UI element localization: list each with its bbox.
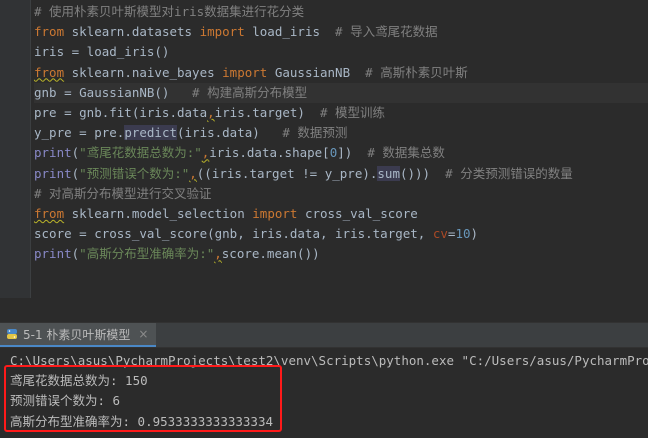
code-line[interactable]: print("高斯分布型准确率为:",score.mean()) (34, 244, 648, 264)
code-token: load_iris (244, 24, 336, 40)
code-token: # 使用朴素贝叶斯模型对iris数据集进行花分类 (34, 4, 305, 19)
python-file-icon (6, 328, 18, 340)
code-token: import (252, 205, 298, 221)
close-icon[interactable]: × (138, 327, 148, 341)
code-token: # 分类预测错误的数量 (445, 165, 573, 181)
code-token: "预测错误个数为:" (79, 165, 190, 181)
code-lines: # 使用朴素贝叶斯模型对iris数据集进行花分类 from sklearn.dat… (34, 2, 648, 264)
code-token: gnb = GaussianNB() (34, 84, 193, 100)
run-tab-bar: 5-1 朴素贝叶斯模型 × (0, 323, 648, 348)
code-token: cv (432, 226, 448, 242)
code-line[interactable]: pre = gnb.fit(iris.data,iris.target) # 模… (34, 103, 648, 123)
editor-gutter (0, 0, 31, 298)
code-line[interactable]: from sklearn.model_selection import cros… (34, 204, 648, 224)
code-token: 10 (455, 226, 471, 242)
code-line[interactable]: print("预测错误个数为:",((iris.target != y_pre)… (34, 164, 648, 184)
code-token: sklearn.naive_bayes (64, 64, 223, 80)
code-token: , (207, 104, 215, 120)
code-token: # 高斯朴素贝叶斯 (365, 64, 468, 80)
code-token: ]) (337, 145, 368, 161)
code-token: score.mean()) (221, 246, 320, 262)
code-token: (iris.data) (177, 125, 283, 141)
code-token: import (222, 64, 268, 80)
code-token: cross_val_score (297, 205, 418, 221)
code-token: # 构建高斯分布模型 (192, 84, 308, 100)
code-token: sum (377, 165, 400, 181)
code-token: iris.target) (214, 104, 320, 120)
code-token: pre = gnb.fit(iris.data (34, 104, 208, 120)
code-token: ) (470, 226, 479, 242)
code-token: ())) (399, 165, 446, 181)
code-token: # 对高斯分布模型进行交叉验证 (34, 185, 212, 201)
result-highlight-box (4, 365, 282, 432)
code-token: y_pre = pre. (34, 125, 125, 141)
code-token: import (199, 24, 245, 40)
code-token: from (34, 205, 65, 221)
code-line[interactable]: iris = load_iris() (34, 42, 648, 62)
code-editor[interactable]: # 使用朴素贝叶斯模型对iris数据集进行花分类 from sklearn.dat… (0, 0, 648, 322)
code-token: score = cross_val_score(gnb, iris.data, … (34, 226, 433, 242)
code-token: # 模型训练 (319, 104, 386, 120)
code-token: print (34, 165, 72, 181)
code-line[interactable]: from sklearn.naive_bayes import Gaussian… (34, 63, 648, 83)
code-token: sklearn.datasets (64, 24, 200, 40)
run-tab[interactable]: 5-1 朴素贝叶斯模型 × (0, 323, 157, 347)
code-line[interactable]: score = cross_val_score(gnb, iris.data, … (34, 224, 648, 244)
code-token: iris.data.shape[ (209, 145, 330, 161)
code-token: , (189, 165, 197, 181)
code-token: # 导入鸢尾花数据 (335, 24, 438, 40)
code-line[interactable]: y_pre = pre.predict(iris.data) # 数据预测 (34, 123, 648, 143)
code-token: ((iris.target != y_pre). (196, 165, 378, 181)
code-line[interactable]: gnb = GaussianNB() # 构建高斯分布模型 (34, 82, 648, 103)
code-token: print (34, 246, 72, 262)
code-token: "高斯分布型准确率为:" (79, 246, 215, 262)
code-token: GaussianNB (267, 64, 366, 80)
code-line[interactable]: # 对高斯分布模型进行交叉验证 (34, 184, 648, 204)
code-token: , (214, 246, 222, 262)
code-token: print (34, 145, 72, 161)
code-token: from (34, 64, 65, 80)
code-line[interactable]: # 使用朴素贝叶斯模型对iris数据集进行花分类 (34, 2, 648, 22)
run-tab-label: 5-1 朴素贝叶斯模型 (23, 327, 131, 342)
code-token: "鸢尾花数据总数为:" (79, 145, 202, 161)
code-token: predict (124, 125, 177, 141)
code-token: from (34, 24, 65, 40)
code-line[interactable]: print("鸢尾花数据总数为:",iris.data.shape[0]) # … (34, 143, 648, 163)
run-tool-window: 5-1 朴素贝叶斯模型 × C:\Users\asus\PycharmProje… (0, 322, 648, 438)
code-token: iris = load_iris() (34, 44, 170, 60)
code-token: sklearn.model_selection (64, 205, 253, 221)
editor-empty-area (0, 298, 648, 322)
code-token: # 数据集总数 (367, 145, 445, 161)
code-token: # 数据预测 (282, 125, 348, 141)
code-line[interactable]: from sklearn.datasets import load_iris #… (34, 22, 648, 42)
